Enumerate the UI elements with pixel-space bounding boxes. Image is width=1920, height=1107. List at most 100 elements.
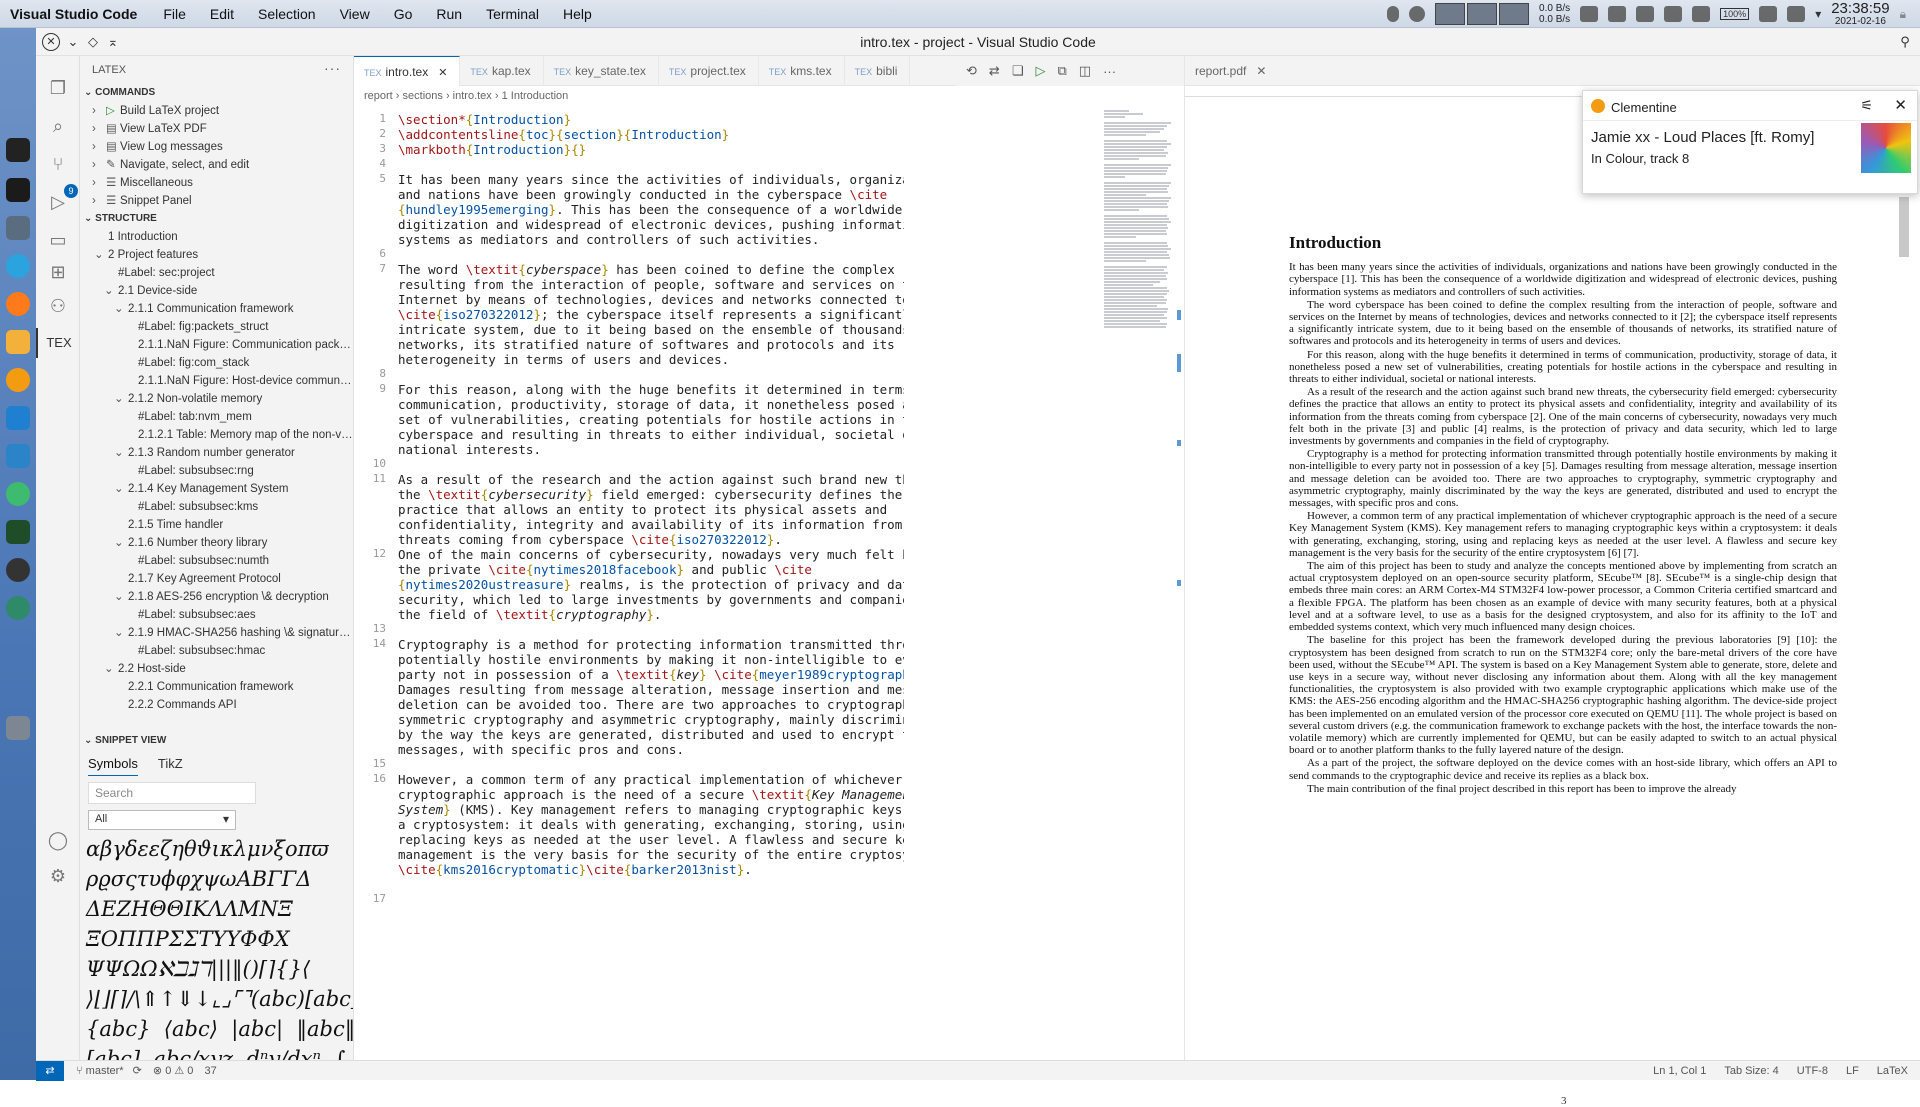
menu-edit[interactable]: Edit — [198, 6, 246, 22]
structure-item[interactable]: 2.1.1.NaN Figure: Communication packets … — [80, 336, 353, 354]
code-line[interactable]: \cite{kms2016cryptomatic}\cite{barker201… — [398, 862, 752, 877]
tab-size[interactable]: Tab Size: 4 — [1724, 1061, 1778, 1081]
end-of-line[interactable]: LF — [1846, 1061, 1859, 1081]
commands-section-header[interactable]: ⌄ COMMANDS — [80, 84, 353, 102]
code-line[interactable]: national interests. — [398, 442, 541, 457]
remote-explorer-icon[interactable]: ▭ — [46, 228, 70, 252]
structure-item[interactable]: 1 Introduction — [80, 228, 353, 246]
code-line[interactable]: \addcontentsline{toc}{section}{Introduct… — [398, 127, 729, 142]
dropbox-icon[interactable] — [1664, 6, 1683, 22]
keyboard-icon[interactable] — [1580, 6, 1599, 22]
symbol-row[interactable]: ΞΟΠΠΡΣΣΤΥΥΦΦΧ — [86, 924, 353, 954]
structure-item[interactable]: ⌄ 2.1.9 HMAC-SHA256 hashing \& signature … — [80, 624, 353, 642]
telegram-icon[interactable] — [6, 254, 30, 278]
command-item[interactable]: › ▷ Build LaTeX project — [80, 102, 353, 120]
symbol-row[interactable]: {abc} ⟨abc⟩ |abc| ‖abc‖ ⌊abc⌋ ⌈abc⌉ — [86, 1014, 353, 1044]
code-line[interactable]: a cryptosystem: it deals with generating… — [398, 817, 904, 832]
code-line[interactable]: by the way the keys are generated, distr… — [398, 727, 904, 742]
code-line[interactable]: intricate system, due to it being based … — [398, 322, 904, 337]
live-share-icon[interactable]: ⚇ — [46, 294, 70, 318]
code-line[interactable]: threats coming from cyberspace \cite{iso… — [398, 532, 782, 547]
pdf-tab[interactable]: report.pdf ✕ — [1185, 56, 1920, 86]
trash-icon[interactable] — [6, 716, 30, 740]
source-control-icon[interactable]: ⑂ — [46, 152, 70, 176]
vscode-icon[interactable] — [6, 406, 30, 430]
structure-item[interactable]: ⌄ 2.1.6 Number theory library — [80, 534, 353, 552]
manage-gear-icon[interactable]: ⚙ — [46, 864, 70, 888]
accounts-icon[interactable]: ◯ — [46, 828, 70, 852]
structure-item[interactable]: ⌄ 2.2 Host-side — [80, 660, 353, 678]
structure-item[interactable]: ⌄ 2.1 Device-side — [80, 282, 353, 300]
structure-item[interactable]: 2.1.1.NaN Figure: Host-device communicat… — [80, 372, 353, 390]
code-line[interactable]: However, a common term of any practical … — [398, 772, 902, 787]
battery-indicator[interactable]: 100% — [1720, 8, 1750, 20]
code-line[interactable]: {hundley1995emerging}. This has been the… — [398, 202, 902, 217]
cursor-position[interactable]: Ln 1, Col 1 — [1653, 1061, 1706, 1081]
pdf-scrollbar[interactable] — [1899, 197, 1909, 257]
compare-icon[interactable]: ⇄ — [989, 63, 1000, 79]
code-line[interactable]: cryptographic approach is the need of a … — [398, 787, 904, 802]
symbol-row[interactable]: ΔΕΖΗΘΘΙΚΛΛΜΝΞ — [86, 894, 353, 924]
command-item[interactable]: › ☰ Snippet Panel — [80, 192, 353, 210]
structure-item[interactable]: #Label: tab:nvm_mem — [80, 408, 353, 426]
breadcrumb-item[interactable]: intro.tex — [453, 90, 492, 102]
code-line[interactable]: networks, its stratified nature of softw… — [398, 337, 895, 352]
workspace-pager[interactable] — [1435, 3, 1530, 25]
code-line[interactable]: communication, productivity, storage of … — [398, 397, 904, 412]
code-line[interactable]: {nytimes2020ustreasure} realms, is the p… — [398, 577, 904, 592]
volume-icon[interactable] — [1692, 6, 1711, 22]
symbol-row[interactable]: ΨΨΩΩℵℶℷℸ|||‖()⌈⌉{}⟨ — [86, 954, 353, 984]
editor-scrollbar[interactable] — [1176, 110, 1184, 1068]
language-mode[interactable]: LaTeX — [1877, 1061, 1908, 1081]
breadcrumb-item[interactable]: sections — [403, 90, 443, 102]
structure-item[interactable]: #Label: subsubsec:rng — [80, 462, 353, 480]
mail-icon[interactable] — [6, 330, 30, 354]
code-line[interactable]: Damages resulting from message alteratio… — [398, 682, 904, 697]
monitor-icon[interactable] — [6, 444, 30, 468]
search-icon[interactable]: ⌕ — [46, 114, 70, 138]
code-line[interactable]: As a result of the research and the acti… — [398, 472, 904, 487]
editor-tab[interactable]: TEX bibli — [845, 56, 911, 86]
now-playing-notification[interactable]: Clementine ⚟ ✕ Jamie xx - Loud Places [f… — [1582, 90, 1918, 194]
lock-icon[interactable]: 🔒︎ — [1900, 7, 1906, 22]
symbol-row[interactable]: ρϱσςτυϕφχψωΑΒΓΓΔ — [86, 864, 353, 894]
more-icon[interactable]: ··· — [1103, 64, 1116, 79]
code-line[interactable]: heterogeneity in terms of users and devi… — [398, 352, 729, 367]
code-line[interactable]: For this reason, along with the huge ben… — [398, 382, 904, 397]
code-line[interactable]: \markboth{Introduction}{} — [398, 142, 586, 157]
branch-icon[interactable]: ⑂ — [76, 1065, 83, 1077]
code-line[interactable]: the \textit{cybersecurity} field emerged… — [398, 487, 902, 502]
code-line[interactable]: party not in possession of a \textit{key… — [398, 667, 904, 682]
code-editor[interactable]: 1 \section*{Introduction} 2 \addcontentslin… — [354, 110, 904, 1068]
code-line[interactable]: messages, with specific pros and cons. — [398, 742, 684, 757]
files-icon[interactable] — [6, 216, 30, 240]
symbol-search-input[interactable]: Search — [88, 782, 256, 804]
code-line[interactable]: confidentiality, integrity and availabil… — [398, 517, 904, 532]
structure-item[interactable]: #Label: subsubsec:numth — [80, 552, 353, 570]
app-menu-title[interactable]: Visual Studio Code — [0, 6, 151, 22]
display-icon[interactable] — [1787, 6, 1806, 22]
ports-indicator[interactable]: 37 — [204, 1065, 216, 1077]
menu-help[interactable]: Help — [551, 6, 604, 22]
media-play-icon[interactable] — [1636, 6, 1655, 22]
structure-item[interactable]: 2.1.7 Key Agreement Protocol — [80, 570, 353, 588]
structure-item[interactable]: ⌄ 2.1.3 Random number generator — [80, 444, 353, 462]
editor-tab[interactable]: TEX kms.tex — [759, 56, 845, 86]
code-line[interactable]: deletion can be avoided too. There are t… — [398, 697, 904, 712]
code-line[interactable]: cyberspace and resulting in threats to e… — [398, 427, 904, 442]
symbol-row[interactable]: ⟩⌊⌋⌈⌉/\⇑↑⇓↓⌞⌟⌜⌝(abc)[abc] — [86, 984, 353, 1014]
screen-icon[interactable] — [6, 520, 30, 544]
close-icon[interactable]: ✕ — [1256, 64, 1266, 78]
snippet-section-header[interactable]: ⌄ SNIPPET VIEW — [80, 732, 353, 750]
clipboard-icon[interactable] — [1759, 6, 1778, 22]
structure-item[interactable]: #Label: subsubsec:hmac — [80, 642, 353, 660]
breadcrumb-item[interactable]: 1 Introduction — [502, 90, 569, 102]
menu-terminal[interactable]: Terminal — [474, 6, 551, 22]
structure-item[interactable]: 2.2.2 Commands API — [80, 696, 353, 714]
copy-icon[interactable]: ❏ — [1012, 63, 1024, 79]
sync-icon[interactable]: ⟳ — [133, 1065, 142, 1077]
code-line[interactable]: \section*{Introduction} — [398, 112, 571, 127]
structure-item[interactable]: ⌄ 2 Project features — [80, 246, 353, 264]
git-branch[interactable]: master* — [86, 1065, 124, 1077]
clementine-icon[interactable] — [6, 368, 30, 392]
